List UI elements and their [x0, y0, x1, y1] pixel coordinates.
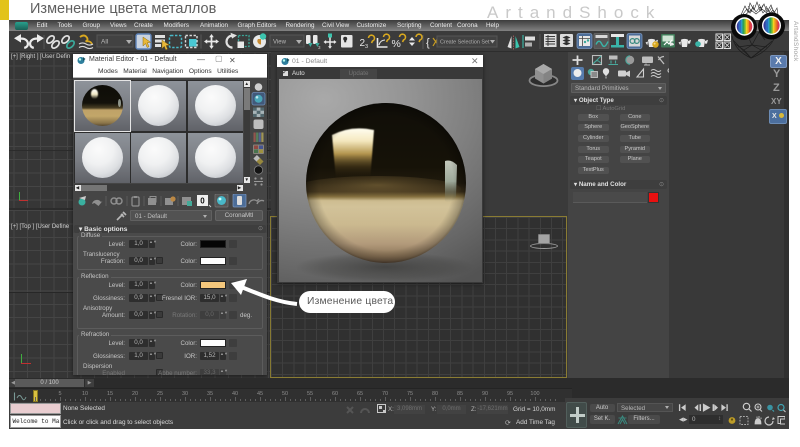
- svg-text:%: %: [392, 38, 401, 50]
- svg-text:0: 0: [200, 197, 205, 206]
- svg-text:3: 3: [318, 45, 321, 50]
- svg-text:View: View: [273, 40, 287, 46]
- svg-text:3: 3: [365, 44, 368, 50]
- svg-text:All: All: [101, 39, 109, 46]
- svg-text:{: {: [426, 37, 430, 49]
- svg-text:Create Selection Set: Create Selection Set: [440, 40, 490, 46]
